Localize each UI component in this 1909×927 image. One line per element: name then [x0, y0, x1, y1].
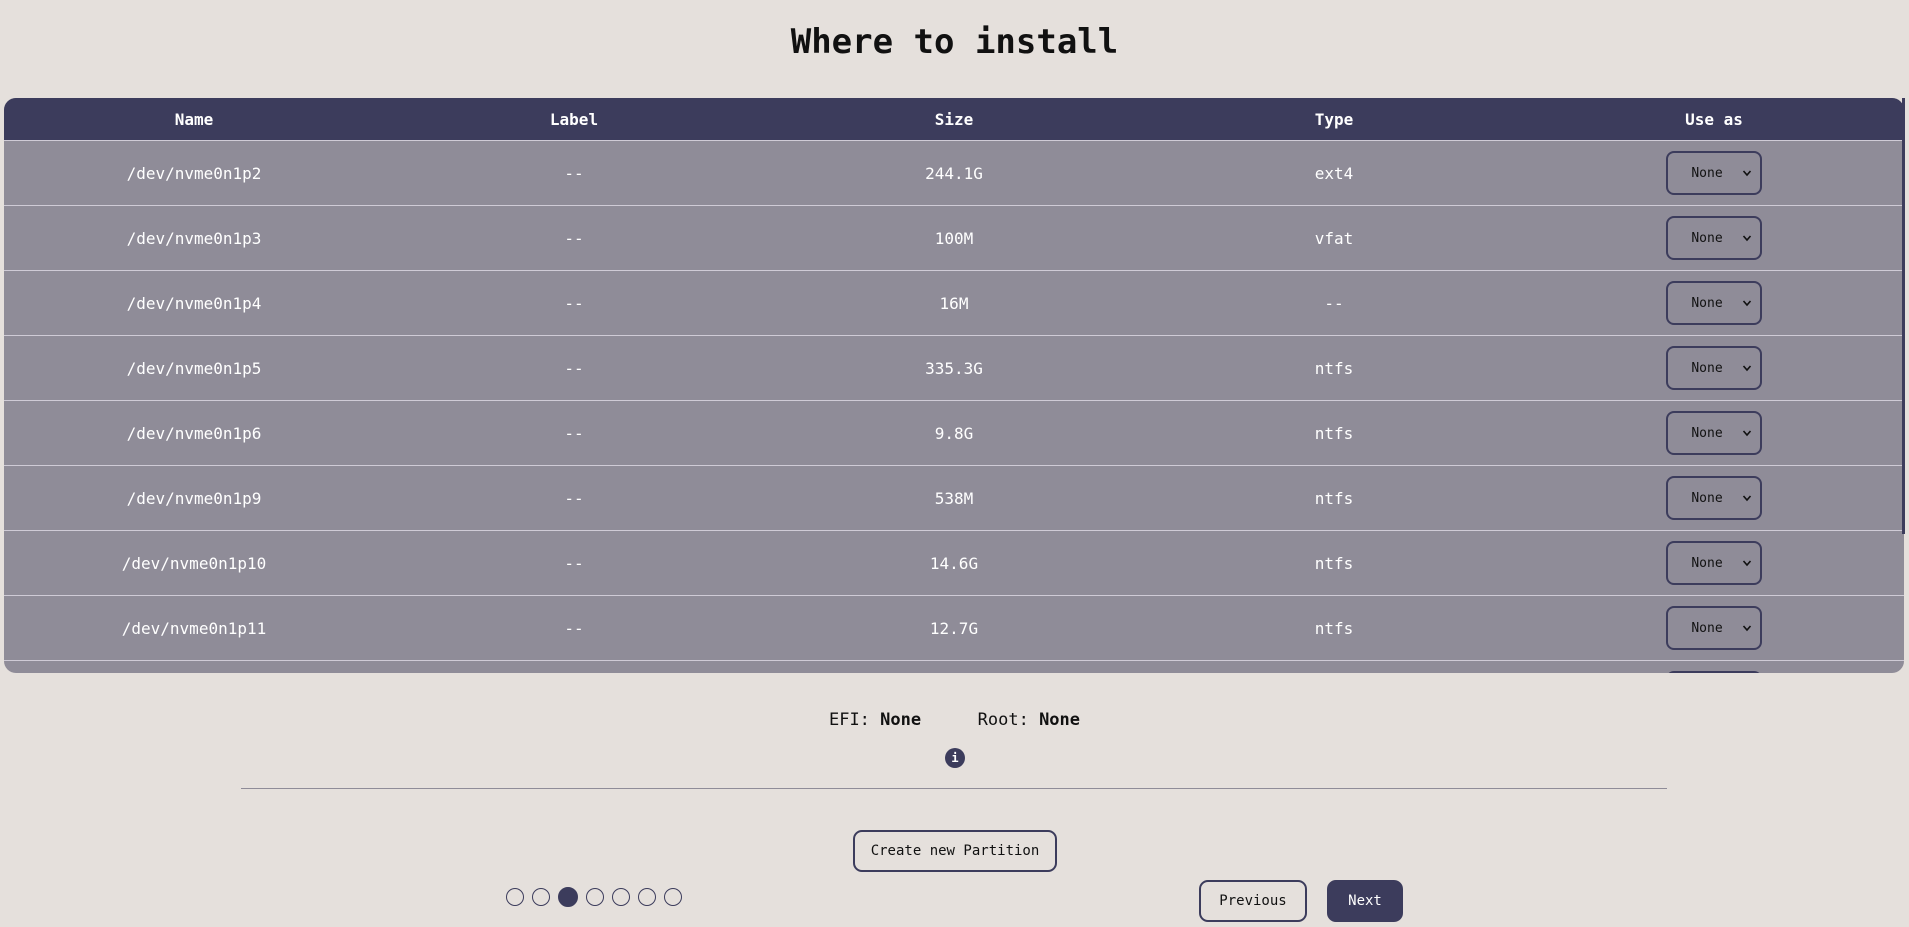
partition-type: vfat: [1314, 228, 1354, 248]
partition-type: ext4: [1314, 163, 1354, 183]
create-partition-button[interactable]: Create new Partition: [853, 830, 1057, 872]
next-button[interactable]: Next: [1327, 880, 1403, 922]
use-as-select[interactable]: None: [1666, 151, 1762, 195]
partition-name: /dev/nvme0n1p3: [126, 228, 262, 248]
chevron-down-icon: [1742, 495, 1752, 502]
partition-label: --: [564, 163, 584, 183]
partition-table[interactable]: Name Label Size Type Use as /dev/nvme0n1…: [4, 98, 1904, 673]
partition-type: --: [1324, 293, 1344, 313]
table-row-partial: [4, 660, 1904, 673]
partition-label: --: [564, 553, 584, 573]
table-row: /dev/nvme0n1p6 -- 9.8G ntfs None: [4, 400, 1904, 465]
root-label: Root:: [977, 710, 1029, 730]
column-header-name: Name: [174, 109, 214, 129]
partition-label: --: [564, 423, 584, 443]
step-dot: [664, 888, 682, 906]
partition-name: /dev/nvme0n1p9: [126, 488, 262, 508]
chevron-down-icon: [1742, 625, 1752, 632]
table-row: /dev/nvme0n1p9 -- 538M ntfs None: [4, 465, 1904, 530]
partition-size: 9.8G: [934, 423, 974, 443]
partition-type: ntfs: [1314, 618, 1354, 638]
partition-size: 16M: [939, 293, 969, 313]
partition-label: --: [564, 293, 584, 313]
step-dot: [612, 888, 630, 906]
root-value: None: [1039, 710, 1081, 730]
use-as-value: None: [1691, 620, 1723, 636]
use-as-select[interactable]: None: [1666, 346, 1762, 390]
column-header-type: Type: [1314, 109, 1354, 129]
step-dot-active: [558, 887, 578, 907]
partition-label: --: [564, 618, 584, 638]
partition-label: --: [564, 488, 584, 508]
use-as-value: None: [1691, 360, 1723, 376]
use-as-value: None: [1691, 555, 1723, 571]
chevron-down-icon: [1742, 300, 1752, 307]
partition-label: --: [564, 358, 584, 378]
table-header: Name Label Size Type Use as: [4, 98, 1904, 140]
selection-summary: EFI: None Root: None: [0, 710, 1909, 730]
chevron-down-icon: [1742, 235, 1752, 242]
column-header-size: Size: [934, 109, 974, 129]
column-header-label: Label: [549, 109, 599, 129]
partition-type: ntfs: [1314, 488, 1354, 508]
chevron-down-icon: [1742, 560, 1752, 567]
use-as-select[interactable]: None: [1666, 606, 1762, 650]
partition-size: 244.1G: [925, 163, 983, 183]
table-row: /dev/nvme0n1p3 -- 100M vfat None: [4, 205, 1904, 270]
use-as-value: None: [1691, 230, 1723, 246]
step-dot: [638, 888, 656, 906]
step-dot: [586, 888, 604, 906]
partition-name: /dev/nvme0n1p2: [126, 163, 262, 183]
use-as-value: None: [1691, 425, 1723, 441]
use-as-select-partial[interactable]: [1666, 671, 1762, 673]
table-scrollbar[interactable]: [1902, 98, 1905, 534]
partition-name: /dev/nvme0n1p6: [126, 423, 262, 443]
use-as-select[interactable]: None: [1666, 281, 1762, 325]
efi-value: None: [880, 710, 922, 730]
previous-button[interactable]: Previous: [1199, 880, 1307, 922]
chevron-down-icon: [1742, 365, 1752, 372]
step-indicator: [506, 887, 682, 907]
partition-size: 335.3G: [925, 358, 983, 378]
table-row: /dev/nvme0n1p2 -- 244.1G ext4 None: [4, 140, 1904, 205]
partition-name: /dev/nvme0n1p11: [121, 618, 267, 638]
step-dot: [506, 888, 524, 906]
use-as-value: None: [1691, 490, 1723, 506]
partition-label: --: [564, 228, 584, 248]
step-dot: [532, 888, 550, 906]
table-body: /dev/nvme0n1p2 -- 244.1G ext4 None/dev/nvme0…: [4, 140, 1904, 660]
chevron-down-icon: [1742, 170, 1752, 177]
partition-type: ntfs: [1314, 553, 1354, 573]
table-row: /dev/nvme0n1p11 -- 12.7G ntfs None: [4, 595, 1904, 660]
use-as-select[interactable]: None: [1666, 476, 1762, 520]
use-as-select[interactable]: None: [1666, 541, 1762, 585]
partition-type: ntfs: [1314, 358, 1354, 378]
table-row: /dev/nvme0n1p5 -- 335.3G ntfs None: [4, 335, 1904, 400]
column-header-use-as: Use as: [1685, 109, 1743, 129]
page-title: Where to install: [790, 22, 1119, 62]
divider: [241, 788, 1667, 789]
partition-size: 14.6G: [929, 553, 979, 573]
table-row: /dev/nvme0n1p4 -- 16M -- None: [4, 270, 1904, 335]
partition-size: 12.7G: [929, 618, 979, 638]
partition-size: 538M: [934, 488, 974, 508]
info-icon[interactable]: i: [945, 748, 965, 768]
partition-name: /dev/nvme0n1p4: [126, 293, 262, 313]
use-as-select[interactable]: None: [1666, 216, 1762, 260]
table-row: /dev/nvme0n1p10 -- 14.6G ntfs None: [4, 530, 1904, 595]
use-as-value: None: [1691, 165, 1723, 181]
partition-size: 100M: [934, 228, 974, 248]
chevron-down-icon: [1742, 430, 1752, 437]
use-as-select[interactable]: None: [1666, 411, 1762, 455]
partition-type: ntfs: [1314, 423, 1354, 443]
partition-name: /dev/nvme0n1p10: [121, 553, 267, 573]
partition-name: /dev/nvme0n1p5: [126, 358, 262, 378]
efi-label: EFI:: [828, 710, 870, 730]
use-as-value: None: [1691, 295, 1723, 311]
